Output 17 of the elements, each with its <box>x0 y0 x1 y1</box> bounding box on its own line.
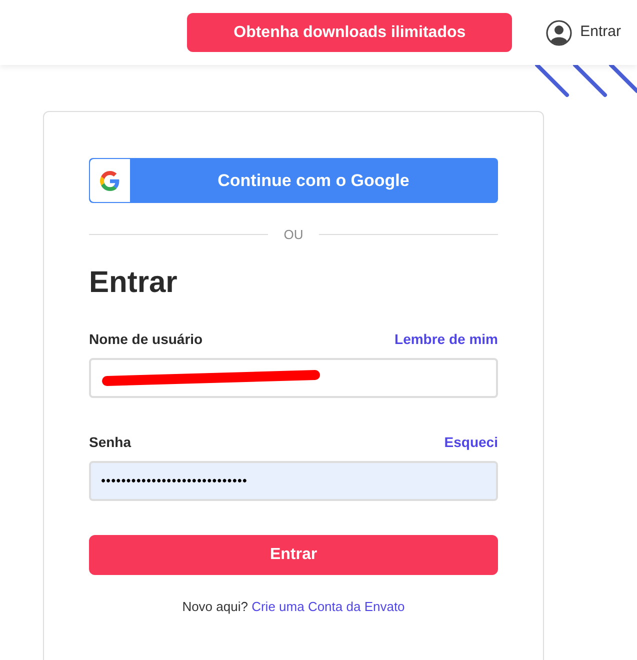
google-sign-in-button[interactable]: Continue com o Google <box>89 158 498 203</box>
username-field[interactable] <box>89 358 498 398</box>
sign-in-heading: Entrar <box>89 264 178 300</box>
user-avatar-icon <box>546 20 572 46</box>
create-account-link[interactable]: Crie uma Conta da Envato <box>252 598 405 614</box>
signup-prompt: Novo aqui? Crie uma Conta da Envato <box>181 598 406 616</box>
field-label: Nome de usuário <box>89 330 203 348</box>
promo-button[interactable]: Obtenha downloads ilimitados <box>187 13 512 52</box>
divider-label: OU <box>284 226 304 244</box>
field-label: Senha <box>89 432 132 452</box>
remember-me-link[interactable]: Lembre de mim <box>394 328 498 350</box>
password-field[interactable]: ••••••••••••••••••••••••••••• <box>89 460 498 500</box>
sign-in-link[interactable]: Entrar <box>546 20 621 46</box>
forgot-password-link[interactable]: Esqueci <box>444 432 498 452</box>
sign-in-button[interactable]: Entrar <box>89 534 498 574</box>
google-logo-icon <box>100 170 120 190</box>
masked-password: ••••••••••••••••••••••••••••• <box>101 472 248 490</box>
